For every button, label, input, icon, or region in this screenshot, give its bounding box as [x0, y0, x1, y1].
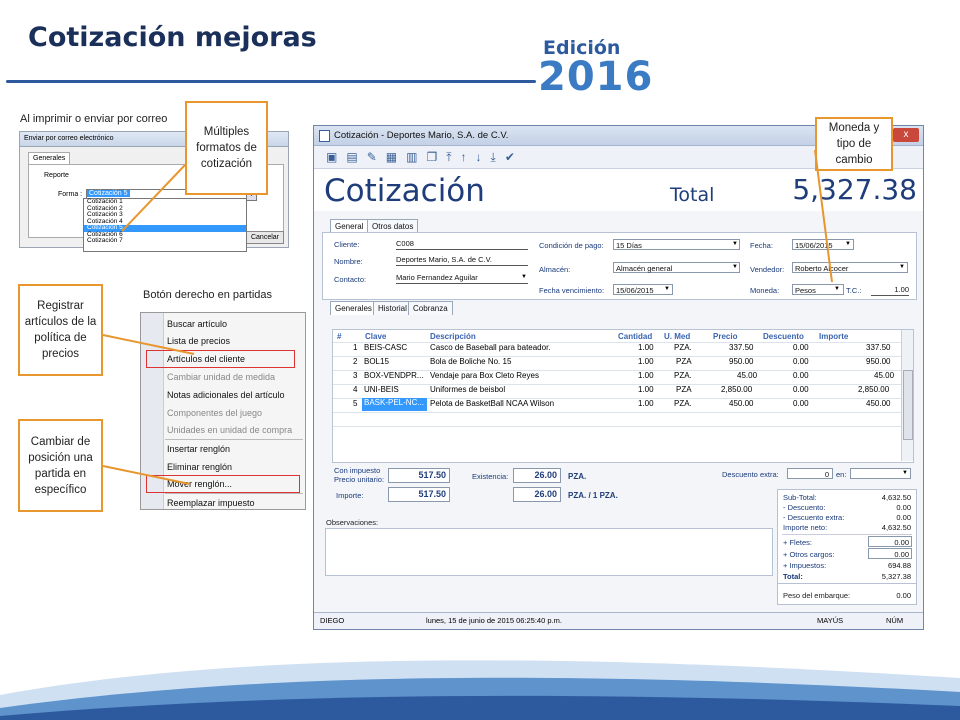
connector-lines — [102, 149, 833, 485]
footer-wave — [0, 660, 960, 720]
connector-line — [814, 149, 833, 283]
connector-line — [121, 164, 186, 232]
connector-line — [102, 465, 191, 485]
connector-line — [102, 334, 195, 355]
